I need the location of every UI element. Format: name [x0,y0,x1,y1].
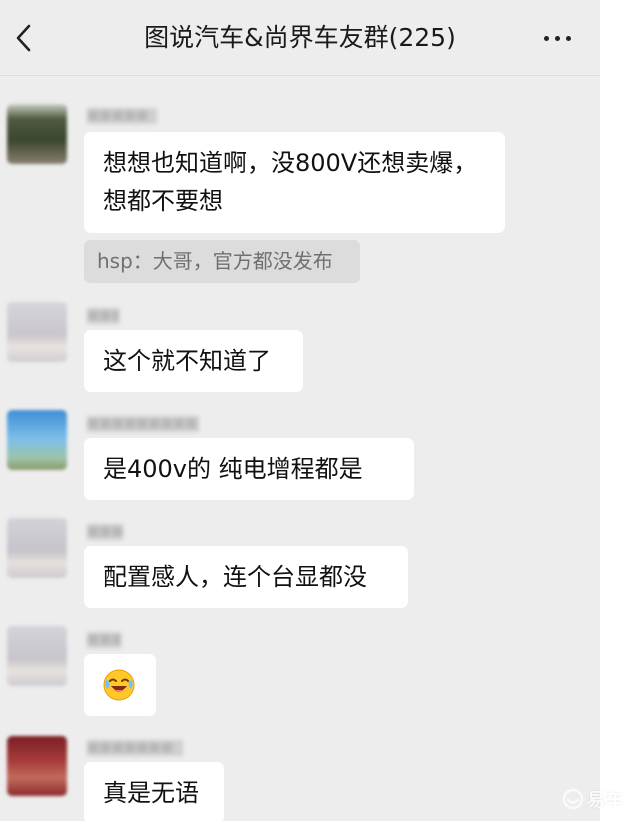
message-bubble[interactable]: 真是无语 [84,762,224,821]
message-bubble[interactable] [84,654,156,716]
sender-name: ■■■■■ [87,108,157,124]
avatar[interactable] [7,302,67,362]
message-text: 真是无语 [103,779,199,807]
sender-name: ■■■ [87,308,119,324]
watermark-text: 易车 [587,790,623,811]
message-text: 想都不要想 [103,187,223,215]
message-bubble[interactable]: 这个就不知道了 [84,330,303,392]
avatar[interactable] [7,410,67,470]
chat-title: 图说汽车&尚界车友群(225) [144,23,456,52]
message-bubble[interactable]: 是400v的 纯电增程都是 [84,438,414,500]
right-margin [600,0,640,821]
avatar[interactable] [7,104,67,164]
avatar[interactable] [7,518,67,578]
avatar[interactable] [7,736,67,796]
chat-area[interactable]: 图说汽车&尚界车友群(225) ■■■■■ 想想也知道啊，没800V还想卖爆， … [0,0,600,821]
sender-name: ■■■■■■■■■ [87,416,199,432]
message-text: 想想也知道啊，没800V还想卖爆， [103,149,478,177]
sender-name: ■■■ [87,524,123,540]
yiche-logo-icon [562,788,584,810]
message-text: 是400v的 纯电增程都是 [103,455,363,483]
sender-name: ■■■■■■■ [87,740,183,756]
message-bubble[interactable]: 配置感人，连个台显都没 [84,546,408,608]
message-bubble[interactable]: 想想也知道啊，没800V还想卖爆， 想都不要想 [84,132,505,233]
watermark: 易车 [562,784,623,814]
more-dots-icon[interactable] [534,24,580,52]
message-text: 配置感人，连个台显都没 [103,563,367,591]
quoted-reply[interactable]: hsp：大哥，官方都没发布 [84,240,360,283]
avatar[interactable] [7,626,67,686]
laughing-crying-emoji-icon [103,669,135,701]
chevron-left-icon[interactable] [10,22,36,54]
sender-name: ■■■ [87,632,121,648]
message-text: 这个就不知道了 [103,347,271,375]
chat-header: 图说汽车&尚界车友群(225) [0,0,600,76]
